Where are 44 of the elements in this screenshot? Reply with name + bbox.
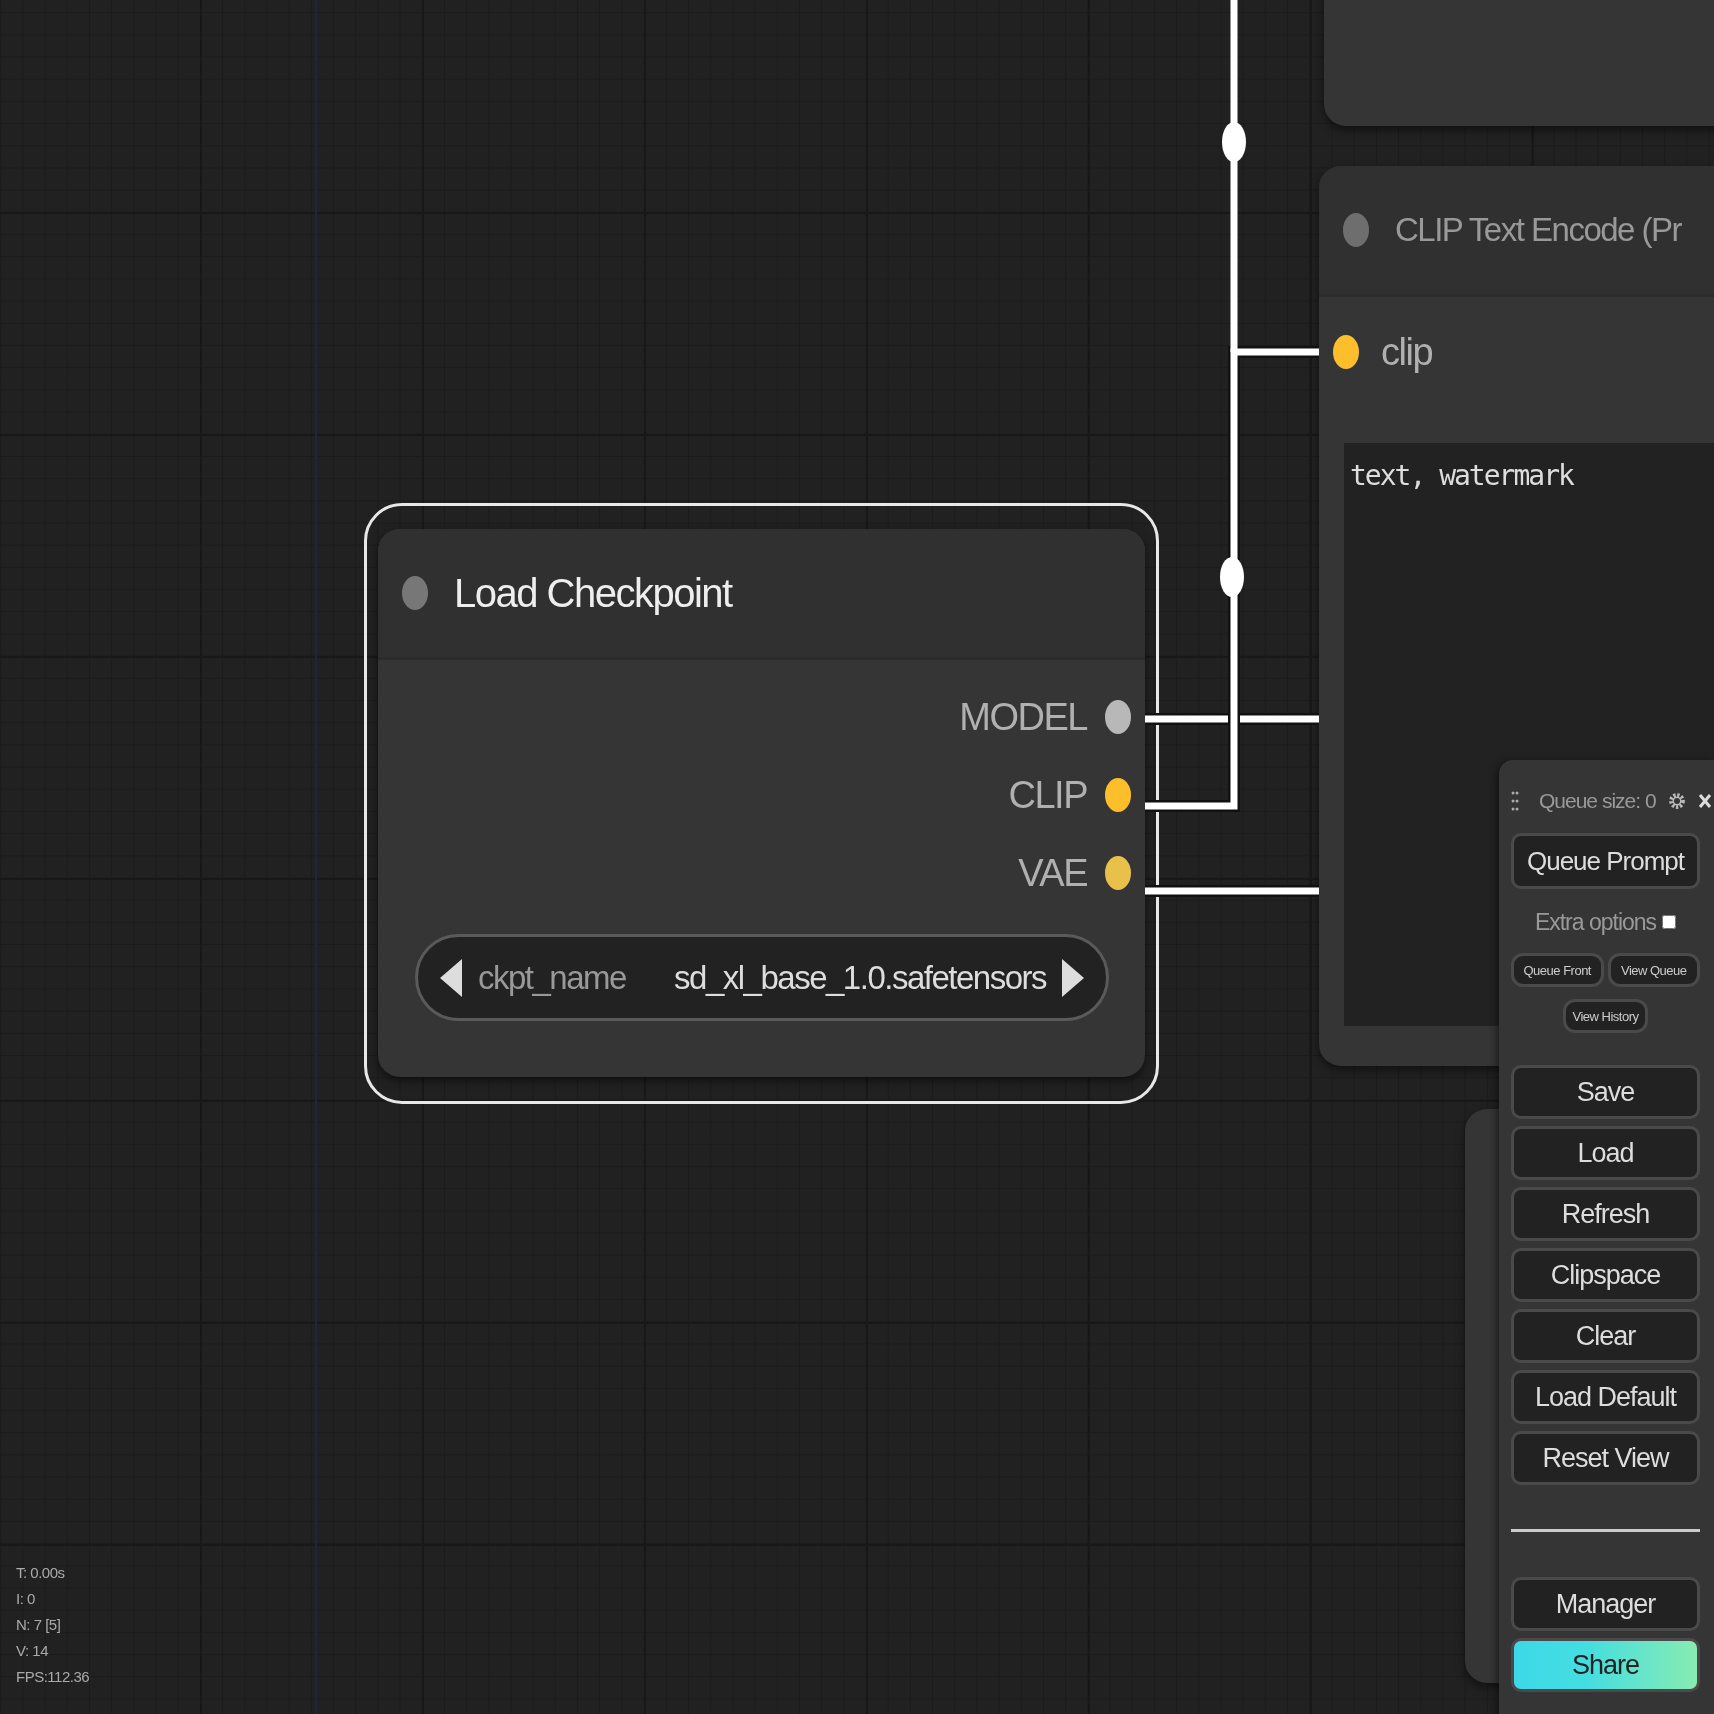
menu-button[interactable]: Manager [1511, 1577, 1700, 1631]
drag-handle-icon[interactable] [1511, 790, 1519, 812]
widget-value: sd_xl_base_1.0.safetensors [674, 958, 1046, 997]
menu-button[interactable]: Clear [1511, 1309, 1700, 1363]
output-slot-icon[interactable] [1105, 856, 1131, 890]
small-menu-button[interactable]: View History [1563, 999, 1648, 1033]
share-button[interactable]: Share [1511, 1638, 1700, 1692]
stat-text: I: 0 [16, 1589, 36, 1609]
small-menu-button[interactable]: View Queue [1607, 953, 1700, 987]
menu-button[interactable]: Reset View [1511, 1431, 1700, 1485]
queue-prompt-button[interactable]: Queue Prompt [1511, 833, 1700, 889]
menu-button[interactable]: Save [1511, 1065, 1700, 1119]
extra-options-label: Extra options [1534, 908, 1657, 936]
settings-icon[interactable] [1667, 792, 1686, 810]
stat-text: FPS:112.36 [16, 1667, 90, 1687]
small-menu-button[interactable]: Queue Front [1511, 953, 1604, 987]
reroute-dot[interactable] [1220, 557, 1244, 597]
stat-text: N: 7 [5] [16, 1615, 62, 1635]
menu-button[interactable]: Refresh [1511, 1187, 1700, 1241]
extra-options-checkbox[interactable] [1662, 912, 1677, 932]
menu-button[interactable]: Clipspace [1511, 1248, 1700, 1302]
input-slot-icon[interactable] [1333, 335, 1359, 369]
stat-text: V: 14 [16, 1641, 50, 1661]
menu-button[interactable]: Load [1511, 1126, 1700, 1180]
output-label: MODEL [959, 695, 1087, 739]
collapse-dot-icon[interactable] [402, 576, 428, 610]
widget-label: ckpt_name [478, 958, 626, 997]
combo-widget[interactable]: ckpt_name sd_xl_base_1.0.safetensors [415, 934, 1109, 1021]
right-arrow-icon[interactable] [1060, 956, 1086, 999]
node[interactable]: Load Checkpoint MODEL CLIP VAE ckpt_name sd_xl_base_1.0.safetensors [378, 529, 1145, 1077]
node-title: Load Checkpoint [454, 570, 732, 616]
node[interactable] [1324, 0, 1714, 126]
queue-size-label: Queue size: 0 [1539, 789, 1656, 813]
node-title: CLIP Text Encode (Pr [1395, 211, 1682, 249]
output-slot-icon[interactable] [1105, 778, 1131, 812]
collapse-dot-icon[interactable] [1343, 213, 1369, 247]
reroute-dot[interactable] [1222, 122, 1246, 162]
output-label: CLIP [1008, 773, 1087, 817]
stat-text: T: 0.00s [16, 1563, 66, 1583]
menu-button[interactable]: Load Default [1511, 1370, 1700, 1424]
left-arrow-icon[interactable] [438, 956, 464, 999]
input-label: clip [1381, 330, 1433, 374]
output-slot-icon[interactable] [1105, 700, 1131, 734]
output-label: VAE [1018, 851, 1087, 895]
